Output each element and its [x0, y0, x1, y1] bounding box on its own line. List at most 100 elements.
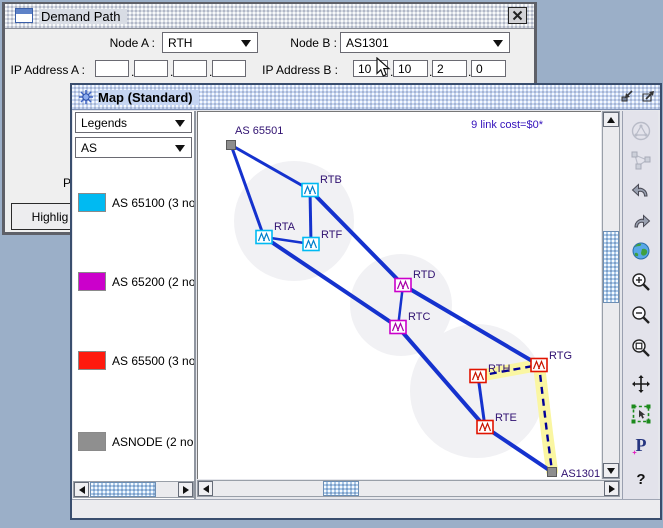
desktop: Demand Path Node A : RTH Node B : AS1301… — [0, 0, 663, 528]
zoom-in-icon[interactable] — [629, 270, 653, 294]
ip-b-octet-2[interactable]: 10 — [393, 60, 428, 77]
legend-label: AS 65100 (3 nod — [112, 196, 194, 210]
demand-path-title: Demand Path — [39, 9, 127, 24]
node-label-RTF: RTF — [321, 229, 342, 241]
ip-a-octet-1[interactable] — [95, 60, 129, 77]
node-label-RTH: RTH — [488, 363, 510, 375]
ip-b-octet-4[interactable]: 0 — [471, 60, 506, 77]
node-AS1301[interactable] — [547, 467, 557, 477]
ip-a-octet-3[interactable] — [173, 60, 207, 77]
node-RTC[interactable] — [389, 319, 407, 335]
node-RTG[interactable] — [530, 357, 548, 373]
pan-icon[interactable] — [629, 372, 653, 396]
node-RTE[interactable] — [476, 419, 494, 435]
node-a-label: Node A : — [109, 36, 155, 50]
node-b-select[interactable]: AS1301 — [340, 32, 510, 53]
scroll-left-icon[interactable] — [74, 482, 89, 497]
node-label-AS1301: AS1301 — [561, 468, 600, 479]
select-region-icon[interactable] — [629, 402, 653, 426]
legend-swatch — [78, 272, 106, 291]
legend-swatch — [78, 432, 106, 451]
legend-category-value: AS — [81, 141, 98, 155]
ip-address-a-label: IP Address A : — [10, 63, 86, 77]
node-label-RTE: RTE — [495, 412, 517, 424]
legend-category-select[interactable]: AS — [75, 137, 192, 158]
legend-label: AS 65500 (3 nod — [112, 354, 194, 368]
legend-swatch — [78, 351, 106, 370]
scrollbar-thumb[interactable] — [323, 481, 359, 496]
legend-type-select[interactable]: Legends — [75, 112, 192, 133]
path-label-icon[interactable]: P — [629, 433, 653, 457]
scroll-left-icon[interactable] — [198, 481, 213, 496]
legend-item: AS 65500 (3 nod — [73, 351, 194, 373]
maximize-icon[interactable] — [640, 88, 657, 104]
zoom-area-icon[interactable] — [629, 336, 653, 360]
chevron-down-icon — [493, 40, 503, 47]
node-label-RTG: RTG — [549, 350, 572, 362]
p-glyph: P — [635, 434, 647, 455]
legend-item: ASNODE (2 no — [73, 432, 194, 454]
legend-label: AS 65200 (2 nod — [112, 275, 194, 289]
topology-icon — [629, 149, 653, 173]
link-RTF-RTB[interactable] — [308, 189, 313, 245]
topology-canvas[interactable]: AS 65501 RTB RTA RTF RTD RTC RTH RTG RTE AS1301 — [198, 112, 601, 479]
node-AS65501[interactable] — [226, 140, 236, 150]
help-icon[interactable]: ? — [629, 467, 653, 491]
legend-panel: Legends AS AS 65100 (3 nod AS 65200 (2 n… — [73, 111, 196, 499]
close-icon[interactable] — [508, 7, 527, 24]
demand-path-titlebar: Demand Path — [5, 4, 534, 29]
network-view-icon — [629, 119, 653, 143]
map-icon — [78, 89, 94, 110]
ip-a-octet-4[interactable] — [212, 60, 246, 77]
node-RTH[interactable] — [469, 368, 487, 384]
node-RTF[interactable] — [302, 236, 320, 252]
redo-icon[interactable] — [629, 209, 653, 233]
node-RTD[interactable] — [394, 277, 412, 293]
map-viewport[interactable]: AS 65501 RTB RTA RTF RTD RTC RTH RTG RTE AS1301 9… — [197, 111, 601, 479]
scroll-right-icon[interactable] — [178, 482, 193, 497]
map-window: Map (Standard) Legends AS AS 65100 (3 no… — [70, 83, 662, 520]
question-glyph: ? — [636, 470, 646, 488]
node-a-select[interactable]: RTH — [162, 32, 258, 53]
scroll-right-icon[interactable] — [604, 481, 619, 496]
scroll-down-icon[interactable] — [603, 463, 619, 478]
scrollbar-thumb[interactable] — [90, 482, 156, 497]
node-b-label: Node B : — [290, 36, 337, 50]
undo-icon[interactable] — [629, 178, 653, 202]
legend-label: ASNODE (2 no — [112, 435, 194, 449]
ip-b-octet-1[interactable]: 10 — [353, 60, 388, 77]
legend-item: AS 65200 (2 nod — [73, 272, 194, 294]
legend-type-value: Legends — [81, 116, 128, 130]
node-b-value: AS1301 — [346, 36, 389, 50]
map-titlebar: Map (Standard) — [72, 85, 660, 110]
scroll-up-icon[interactable] — [603, 112, 619, 127]
window-icon — [15, 8, 33, 23]
node-label-RTC: RTC — [408, 311, 430, 323]
status-bar — [72, 499, 660, 518]
ip-b-octet-3[interactable]: 2 — [432, 60, 467, 77]
zoom-out-icon[interactable] — [629, 303, 653, 327]
scrollbar-thumb[interactable] — [603, 231, 619, 303]
legend-swatch — [78, 193, 106, 212]
legend-horizontal-scrollbar — [73, 481, 194, 498]
node-RTB[interactable] — [301, 182, 319, 198]
chevron-down-icon — [175, 120, 185, 127]
map-title: Map (Standard) — [98, 90, 199, 105]
map-toolbar: P ? — [622, 111, 658, 499]
ip-a-octet-2[interactable] — [134, 60, 168, 77]
as-cluster-halo — [410, 324, 544, 458]
node-label-RTD: RTD — [413, 269, 435, 281]
horizontal-scrollbar — [197, 480, 620, 497]
node-RTA[interactable] — [255, 229, 273, 245]
legend-item: AS 65100 (3 nod — [73, 193, 194, 215]
link-cost-label: 9 link cost=$0* — [471, 119, 543, 131]
node-label-RTB: RTB — [320, 174, 342, 186]
restore-icon[interactable] — [619, 88, 636, 104]
node-label-RTA: RTA — [274, 221, 296, 233]
ip-address-b-label: IP Address B : — [262, 63, 338, 77]
vertical-scrollbar — [602, 111, 620, 479]
node-label-AS65501: AS 65501 — [235, 125, 283, 137]
node-a-value: RTH — [168, 36, 193, 50]
globe-icon[interactable] — [629, 239, 653, 263]
chevron-down-icon — [175, 145, 185, 152]
